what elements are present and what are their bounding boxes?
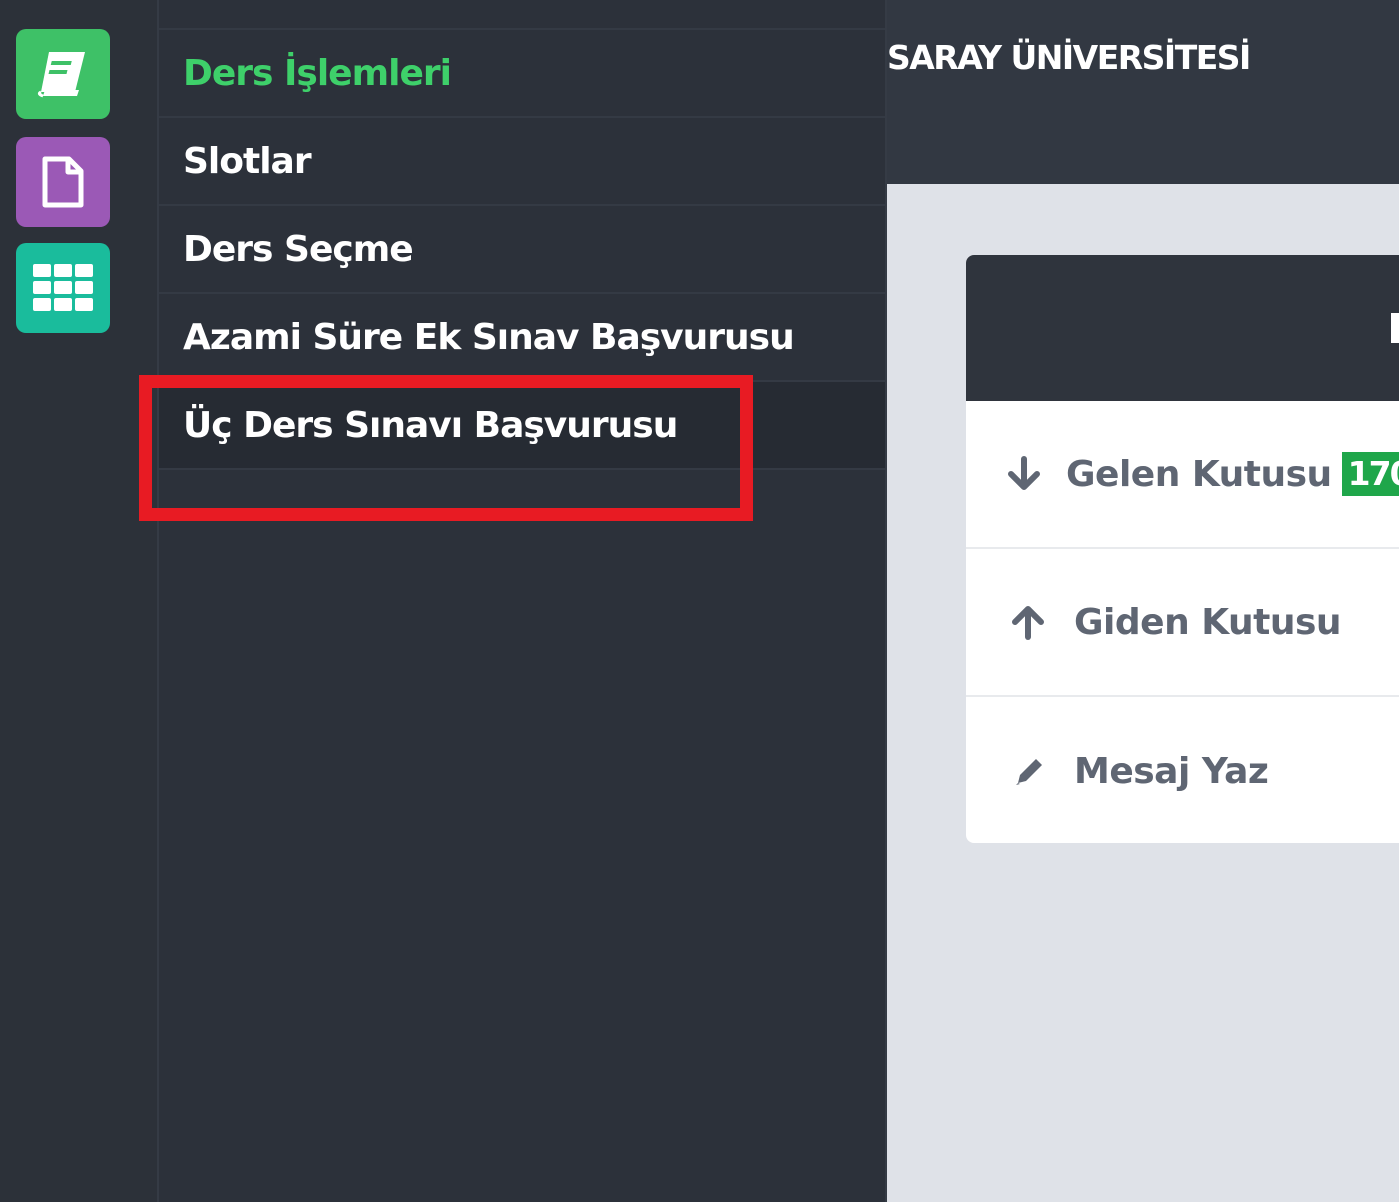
messages-card: Gelen Kutusu 170 Giden Kutusu Mesaj Yaz [966, 255, 1399, 843]
arrow-up-icon [1006, 600, 1050, 644]
menu-item-azami-sure[interactable]: Azami Süre Ek Sınav Başvurusu [159, 294, 885, 382]
submenu-panel: Ders İşlemleri Slotlar Ders Seçme Azami … [159, 0, 887, 1202]
submenu-top-strip [159, 0, 885, 30]
topbar: SARAY ÜNİVERSİTESİ [887, 0, 1399, 184]
submenu-header: Ders İşlemleri [159, 30, 885, 118]
inbox-link[interactable]: Gelen Kutusu 170 [966, 401, 1399, 549]
schedule-rail-button[interactable] [16, 243, 110, 333]
outbox-label: Giden Kutusu [1074, 601, 1342, 643]
compose-link[interactable]: Mesaj Yaz [966, 697, 1399, 843]
app-window: Ders İşlemleri Slotlar Ders Seçme Azami … [0, 0, 1399, 1202]
card-header-title-fragment [1391, 313, 1399, 343]
book-icon [35, 48, 91, 100]
document-icon [41, 156, 85, 208]
messages-card-header [966, 255, 1399, 401]
outbox-link[interactable]: Giden Kutusu [966, 549, 1399, 697]
inbox-count-badge: 170 [1341, 452, 1399, 496]
university-title: SARAY ÜNİVERSİTESİ [887, 38, 1251, 77]
arrow-down-icon [1006, 452, 1042, 496]
documents-rail-button[interactable] [16, 137, 110, 227]
ders-islemleri-rail-button[interactable] [16, 29, 110, 119]
grid-icon [33, 264, 93, 312]
compose-label: Mesaj Yaz [1074, 750, 1269, 792]
menu-item-ders-secme[interactable]: Ders Seçme [159, 206, 885, 294]
icon-rail [0, 0, 159, 1202]
menu-item-uc-ders-sinavi[interactable]: Üç Ders Sınavı Başvurusu [159, 382, 885, 470]
menu-item-slotlar[interactable]: Slotlar [159, 118, 885, 206]
pencil-icon [1006, 749, 1050, 793]
inbox-label: Gelen Kutusu [1066, 453, 1332, 495]
